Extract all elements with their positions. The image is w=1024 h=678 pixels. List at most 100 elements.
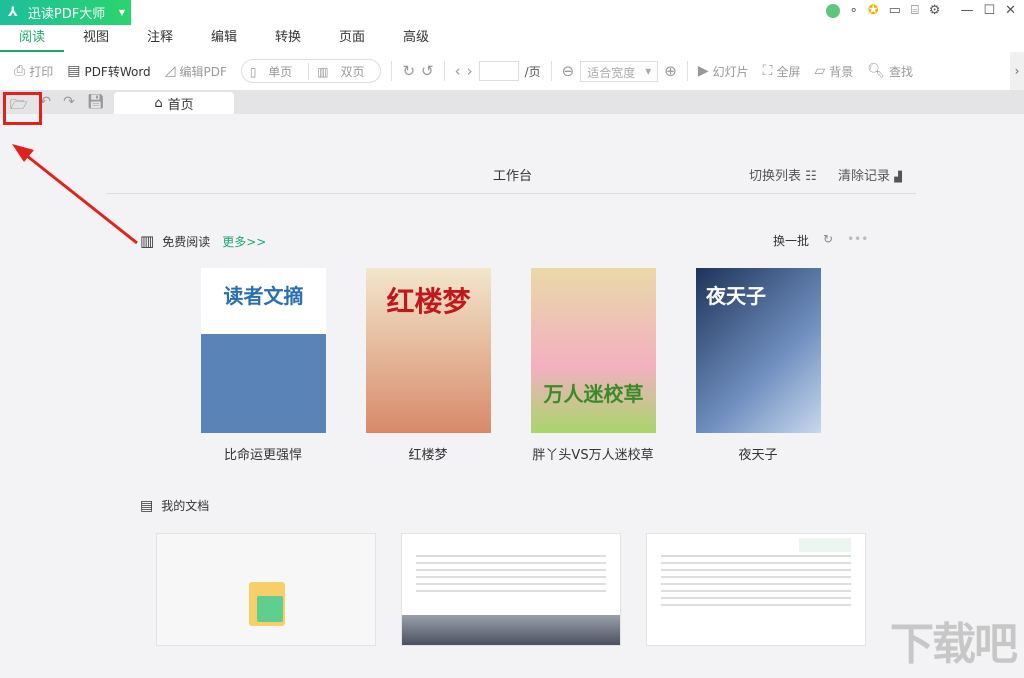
tab-annotate[interactable]: 注释 [128,26,192,52]
tab-view[interactable]: 视图 [64,26,128,52]
zoom-select[interactable]: 适合宽度 ▾ [580,60,659,82]
divider [106,193,916,194]
workbench-title: 工作台 [493,169,533,184]
refresh-group: 换一批 ↻ ••• [773,232,868,249]
skin-icon[interactable]: ⌸ [911,3,919,18]
zoom-out-icon[interactable]: ⊖ [562,62,575,80]
divider [391,61,393,81]
switch-list-button[interactable]: 切换列表 ☷ [749,165,817,184]
printer-icon: ⎙ [14,63,26,79]
book-title[interactable]: 红楼梦 [348,444,508,463]
background-button[interactable]: ▱ 背景 [814,63,853,80]
zoom-in-icon[interactable]: ⊕ [664,62,677,80]
tab-convert[interactable]: 转换 [256,26,320,52]
book-cover[interactable]: 红楼梦 [366,268,491,433]
book-cover[interactable]: 夜天子 [696,268,821,433]
book-title[interactable]: 比命运更强悍 [183,444,343,463]
books-icon: ▥ [140,232,155,250]
redo-icon[interactable]: ↷ [63,94,75,118]
fullscreen-button[interactable]: ⛶ 全屏 [763,63,801,80]
double-page-button[interactable]: ▥ 双页 [308,62,380,80]
find-button[interactable]: 🔍︎ 查找 [867,63,913,80]
feedback-icon[interactable]: ▭ [889,3,901,18]
slideshow-label: 幻灯片 [712,64,749,79]
close-icon[interactable]: ✕ [1005,3,1016,18]
app-menu-button[interactable]: ⅄ 迅读PDF大师 ▼ [0,0,131,25]
my-docs-title: 我的文档 [161,499,210,513]
user-avatar-icon[interactable] [825,3,840,18]
maximize-icon[interactable]: ☐ [983,3,995,18]
cover-art: 读者文摘 [201,268,326,433]
more-options-icon[interactable]: ••• [847,232,868,249]
book-title[interactable]: 夜天子 [678,444,838,463]
single-page-button[interactable]: ▯ 单页 [242,63,308,80]
cover-art: 夜天子 [696,268,821,433]
my-docs-header: ▤ 我的文档 [140,497,209,514]
document-card[interactable] [646,533,866,646]
window-controls: ∘ ✪ ▭ ⌸ ⚙ — ☐ ✕ [825,3,1016,18]
toolbar-more-button[interactable]: › [1010,52,1024,90]
slideshow-button[interactable]: ▶ 幻灯片 [698,63,749,80]
dot-icon: ∘ [849,3,858,18]
print-button[interactable]: ⎙ 打印 [14,63,53,80]
toolbar: ⎙ 打印 ▤ PDF转Word ◿ 编辑PDF ▯ 单页 ▥ 双页 ↻ ↺ ‹ › /… [0,52,1024,90]
tab-advanced[interactable]: 高级 [384,26,448,52]
chevron-down-icon: ▾ [645,63,652,78]
rotate-left-icon[interactable]: ↺ [421,62,434,80]
zoom-value: 适合宽度 [587,65,636,80]
vip-badge-icon[interactable]: ✪ [868,3,879,18]
menu-bar: 阅读 视图 注释 编辑 转换 页面 高级 [0,26,1024,52]
background-icon: ▱ [814,63,826,79]
cover-art: 万人迷校草 [531,268,656,433]
more-link[interactable]: 更多>> [222,233,266,250]
book-title[interactable]: 胖丫头VS万人迷校草 [513,444,673,463]
page-suffix: /页 [524,64,541,79]
divider [443,61,445,81]
document-icon: ▤ [140,497,154,514]
refresh-icon[interactable]: ↻ [823,232,833,249]
next-page-icon[interactable]: › [467,62,473,80]
double-page-label: 双页 [340,64,365,79]
list-icon: ☷ [805,169,817,184]
tab-page[interactable]: 页面 [320,26,384,52]
switch-list-label: 切换列表 [749,169,802,184]
open-document-card[interactable] [156,533,376,646]
annotation-arrow [12,144,138,245]
trash-icon: ▟ [894,172,902,183]
fullscreen-label: 全屏 [776,64,801,79]
pdf-logo-icon: ⅄ [8,5,18,20]
word-icon: ▤ [67,63,81,79]
book-cover[interactable]: 万人迷校草 [531,268,656,433]
clear-history-button[interactable]: 清除记录 ▟ [838,165,902,184]
annotation-highlight-box [3,92,42,125]
settings-icon[interactable]: ⚙ [929,3,941,18]
find-label: 查找 [889,64,914,79]
print-label: 打印 [29,64,54,79]
tab-edit[interactable]: 编辑 [192,26,256,52]
page-mode-toggle: ▯ 单页 ▥ 双页 [240,59,382,83]
prev-page-icon[interactable]: ‹ [455,62,461,80]
search-icon: 🔍︎ [867,63,886,79]
clear-history-label: 清除记录 [838,169,891,184]
single-page-label: 单页 [268,64,293,79]
pdf-to-word-label: PDF转Word [84,64,151,79]
edit-icon: ◿ [164,63,176,79]
app-title: 迅读PDF大师 [27,7,106,22]
document-card[interactable] [401,533,621,646]
minimize-icon[interactable]: — [960,3,973,18]
save-icon[interactable]: 💾︎ [87,94,105,118]
page-number-input[interactable] [478,61,519,81]
file-placeholder-icon [249,582,285,626]
rotate-right-icon[interactable]: ↻ [402,62,415,80]
divider [686,61,688,81]
divider [550,61,552,81]
pdf-to-word-button[interactable]: ▤ PDF转Word [67,63,150,80]
edit-pdf-button[interactable]: ◿ 编辑PDF [165,63,227,80]
book-cover[interactable]: 读者文摘 [201,268,326,433]
tab-read[interactable]: 阅读 [0,26,64,52]
slideshow-icon: ▶ [697,63,709,79]
tab-home[interactable]: ⌂ 首页 [114,92,234,114]
fullscreen-icon: ⛶ [762,63,773,79]
cover-art: 红楼梦 [366,268,491,433]
refresh-batch-button[interactable]: 换一批 [773,232,809,249]
